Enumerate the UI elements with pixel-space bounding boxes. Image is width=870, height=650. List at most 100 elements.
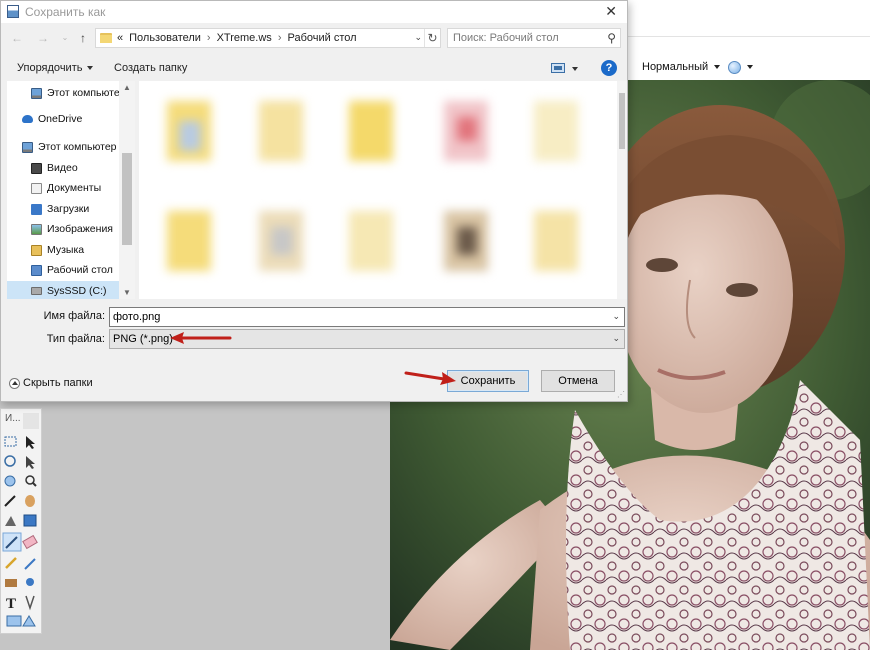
resize-grip-icon[interactable]: ⋰	[617, 390, 625, 399]
collapse-icon	[9, 377, 20, 389]
scrollbar-thumb[interactable]	[122, 153, 132, 245]
eraser-icon[interactable]	[22, 534, 38, 550]
breadcrumb-user[interactable]: XTreme.ws	[217, 32, 272, 44]
tree-item-this-pc[interactable]: Этот компьютер	[22, 137, 117, 157]
hide-folders-button[interactable]: Скрыть папки	[9, 377, 93, 389]
paint-app-icon	[7, 5, 19, 18]
file-thumbnail[interactable]	[349, 211, 393, 271]
fill-icon[interactable]	[5, 516, 16, 526]
dialog-titlebar[interactable]: Сохранить как ✕	[1, 1, 627, 23]
blurred-file-thumbnails	[167, 101, 578, 271]
tree-item-label: Загрузки	[47, 203, 90, 215]
pictures-folder-icon	[31, 223, 42, 235]
breadcrumb-overflow[interactable]: «	[117, 32, 123, 44]
tree-item-music[interactable]: Музыка	[31, 240, 84, 260]
breadcrumb-separator-icon[interactable]: ›	[278, 32, 282, 44]
file-thumbnail[interactable]	[167, 211, 211, 271]
forward-arrow-icon[interactable]: →	[35, 30, 51, 46]
new-folder-button[interactable]: Создать папку	[114, 62, 187, 74]
address-dropdown-icon[interactable]: ⌄	[414, 32, 422, 43]
pointer-icon[interactable]	[26, 436, 35, 449]
scrollbar-thumb[interactable]	[619, 93, 625, 149]
file-thumbnail[interactable]	[534, 101, 578, 161]
tree-item-onedrive[interactable]: OneDrive	[22, 109, 82, 129]
zoom-dropdown-icon[interactable]	[714, 65, 721, 69]
filename-label: Имя файла:	[43, 310, 105, 322]
scroll-up-icon[interactable]: ▲	[123, 83, 131, 92]
navigation-scrollbar[interactable]: ▲ ▼	[119, 81, 135, 299]
dropper-icon[interactable]	[24, 558, 36, 570]
globe-dropdown-icon[interactable]	[747, 65, 754, 69]
file-list-scrollbar[interactable]	[617, 81, 627, 299]
tree-item-documents[interactable]: Документы	[31, 178, 101, 198]
save-button[interactable]: Сохранить	[447, 370, 529, 392]
close-icon[interactable]: ✕	[605, 3, 617, 20]
pointer-alt-icon[interactable]	[26, 456, 35, 469]
file-thumbnail[interactable]	[534, 211, 578, 271]
filetype-dropdown-icon[interactable]: ⌄	[612, 333, 620, 344]
view-dropdown-icon[interactable]	[572, 67, 578, 71]
view-icon[interactable]	[551, 63, 565, 73]
lasso-icon[interactable]	[4, 455, 16, 467]
stamp-icon[interactable]	[5, 579, 17, 587]
desktop-folder-icon	[31, 264, 42, 276]
tree-item-video[interactable]: Видео	[31, 158, 78, 178]
select-rect-icon[interactable]	[4, 436, 17, 447]
navigation-pane: Этот компьютер 📌 OneDrive Этот компьютер…	[7, 81, 135, 299]
annotation-arrow-save	[404, 371, 456, 385]
shapes-icon[interactable]	[6, 615, 22, 627]
breadcrumb: « Пользователи › XTreme.ws › Рабочий сто…	[117, 32, 357, 44]
hand-icon[interactable]	[25, 495, 35, 507]
clone-icon[interactable]	[26, 578, 34, 586]
filename-dropdown-icon[interactable]: ⌄	[612, 311, 620, 322]
triangle-shape-icon[interactable]	[22, 615, 36, 627]
drive-icon	[31, 287, 42, 295]
folder-icon	[100, 33, 112, 43]
tree-item-pictures[interactable]: Изображения	[31, 219, 113, 239]
file-thumbnail-detail	[271, 227, 293, 255]
search-box[interactable]: ⚲	[447, 28, 621, 48]
scroll-down-icon[interactable]: ▼	[123, 288, 131, 297]
refresh-icon[interactable]: ↻	[424, 29, 440, 47]
dialog-title: Сохранить как	[25, 5, 106, 19]
organize-button[interactable]: Упорядочить	[17, 62, 94, 74]
breadcrumb-desktop[interactable]: Рабочий стол	[287, 32, 356, 44]
file-thumbnail[interactable]	[259, 101, 303, 161]
screen: Нормальный И... T Сохранить как ✕ ← → ⌄ …	[0, 0, 870, 650]
file-list[interactable]	[139, 81, 617, 299]
downloads-folder-icon	[31, 203, 42, 215]
tree-item-label: OneDrive	[38, 113, 83, 125]
search-icon[interactable]: ⚲	[607, 31, 616, 45]
tree-item-downloads[interactable]: Загрузки	[31, 199, 89, 219]
tree-item-drive-c[interactable]: SysSSD (C:)	[7, 281, 119, 299]
tree-item-label: SysSSD (C:)	[47, 285, 107, 297]
cancel-button[interactable]: Отмена	[541, 370, 615, 392]
zoom-control[interactable]: Нормальный	[642, 59, 754, 75]
filename-input[interactable]	[113, 310, 603, 324]
search-input[interactable]	[453, 31, 603, 45]
pencil-icon[interactable]	[4, 495, 16, 507]
up-arrow-icon[interactable]: ↑	[75, 30, 91, 46]
tree-item-label: Документы	[47, 182, 102, 194]
globe-icon[interactable]	[728, 60, 742, 74]
address-bar[interactable]: « Пользователи › XTreme.ws › Рабочий сто…	[95, 28, 441, 48]
help-icon[interactable]: ?	[601, 60, 617, 76]
zoom-tool-icon[interactable]	[25, 475, 35, 485]
tree-item-desktop[interactable]: Рабочий стол	[31, 260, 113, 280]
line-tool-icon[interactable]	[25, 595, 35, 611]
file-thumbnail-detail	[457, 227, 477, 255]
annotation-arrow-filetype	[170, 332, 232, 344]
text-tool-icon[interactable]: T	[6, 596, 16, 612]
back-arrow-icon[interactable]: ←	[9, 30, 25, 46]
crayon-icon[interactable]	[5, 557, 17, 569]
filename-field[interactable]: ⌄	[109, 307, 625, 327]
breadcrumb-separator-icon[interactable]: ›	[207, 32, 211, 44]
ellipse-icon[interactable]	[4, 475, 16, 487]
breadcrumb-users[interactable]: Пользователи	[129, 32, 201, 44]
picture-icon[interactable]	[23, 514, 37, 527]
photo-eye-right	[726, 283, 758, 297]
arrow-shaft	[404, 371, 446, 381]
filetype-value: PNG (*.png)	[113, 333, 173, 345]
file-thumbnail[interactable]	[349, 101, 393, 161]
history-dropdown-icon[interactable]: ⌄	[57, 30, 73, 46]
